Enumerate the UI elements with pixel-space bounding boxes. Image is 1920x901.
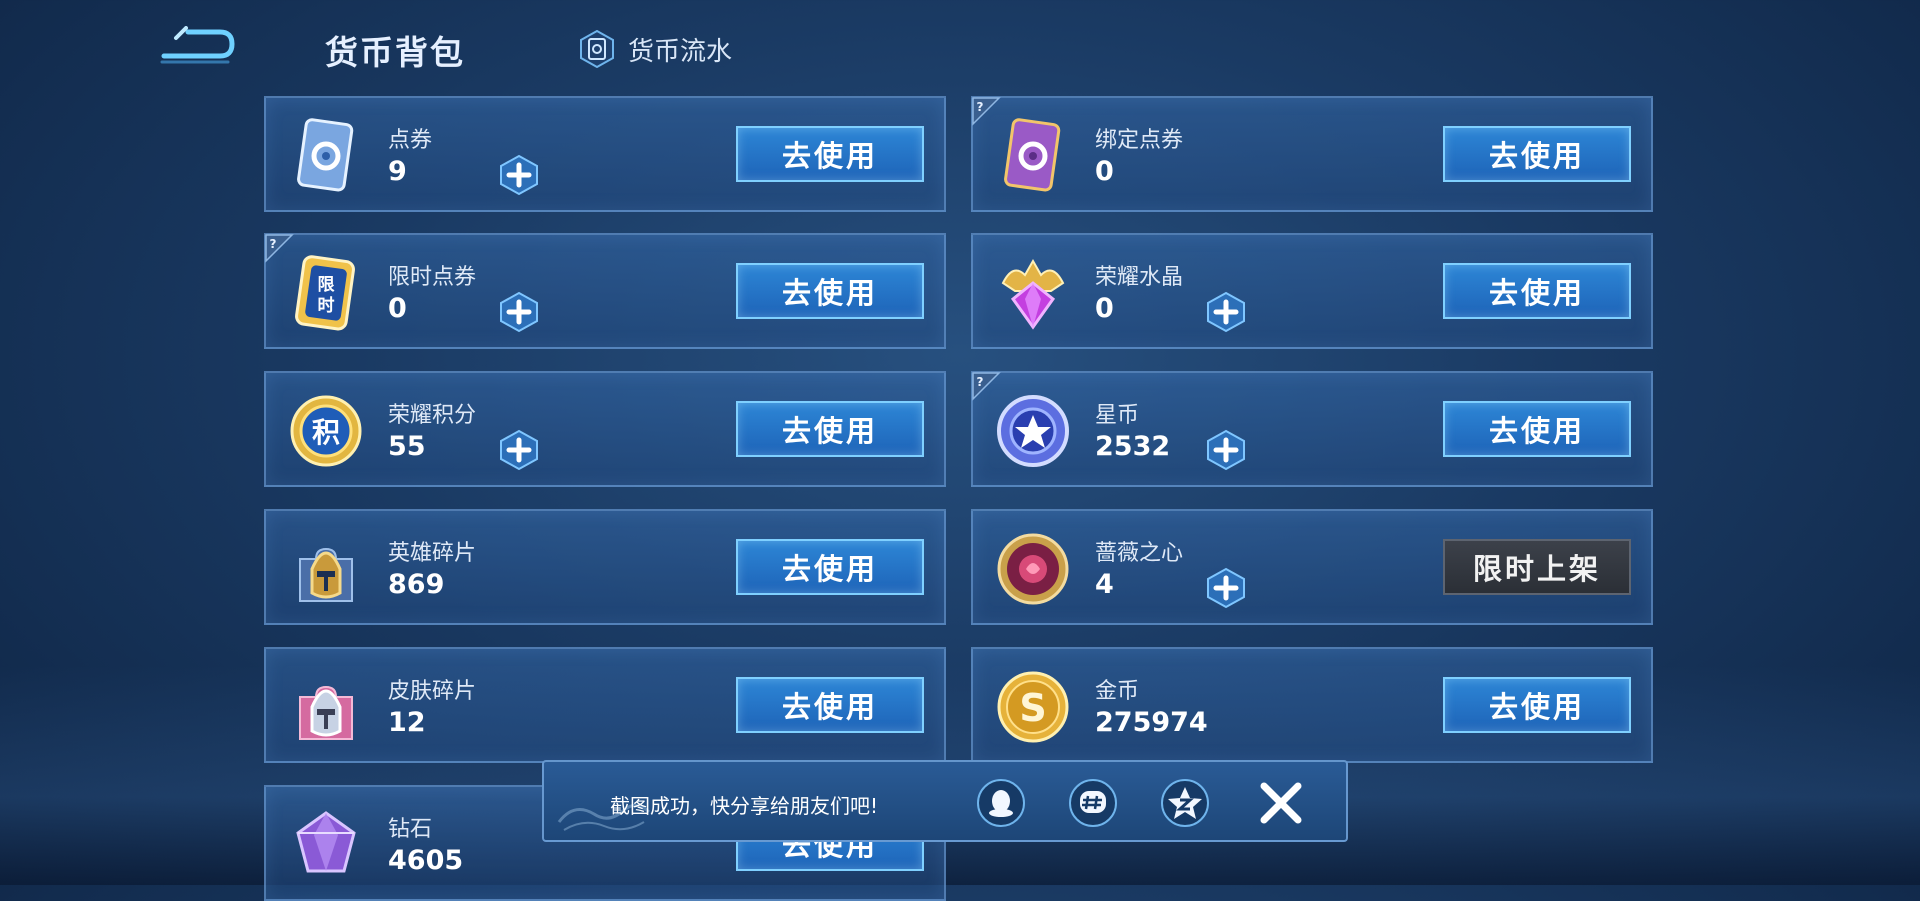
- currency-name: 绑定点券: [1095, 128, 1184, 153]
- use-button[interactable]: 去使用: [736, 126, 924, 182]
- currency-card: 皮肤碎片 12 去使用: [264, 647, 946, 763]
- page-title: 货币背包: [325, 33, 465, 72]
- currency-name: 钻石: [388, 817, 433, 842]
- currency-card: ? 限时限时点券 0 去使用: [264, 233, 946, 349]
- close-icon[interactable]: [1258, 780, 1304, 826]
- bound-voucher-card-icon: [993, 116, 1073, 196]
- currency-card: S 金币 275974 去使用: [971, 647, 1653, 763]
- add-currency-plus-icon[interactable]: [1205, 567, 1247, 609]
- currency-card: 点券 9 去使用: [264, 96, 946, 212]
- svg-text:?: ?: [270, 237, 277, 251]
- use-button[interactable]: 去使用: [736, 263, 924, 319]
- svg-text:?: ?: [977, 100, 984, 114]
- currency-amount: 0: [1095, 156, 1114, 187]
- add-currency-plus-icon[interactable]: [498, 429, 540, 471]
- currency-amount: 55: [388, 431, 426, 462]
- svg-text:S: S: [1019, 686, 1046, 730]
- use-button[interactable]: 去使用: [736, 677, 924, 733]
- add-currency-plus-icon[interactable]: [1205, 429, 1247, 471]
- currency-name: 荣耀积分: [388, 403, 477, 428]
- currency-flow-icon: [580, 30, 614, 68]
- currency-amount: 9: [388, 156, 407, 187]
- currency-name: 星币: [1095, 403, 1140, 428]
- currency-card: 蔷薇之心 4 限时上架: [971, 509, 1653, 625]
- toast-message: 截图成功，快分享给朋友们吧!: [610, 794, 879, 818]
- currency-name: 蔷薇之心: [1095, 541, 1184, 566]
- screenshot-share-toast: 截图成功，快分享给朋友们吧!: [542, 760, 1348, 842]
- use-button[interactable]: 去使用: [1443, 401, 1631, 457]
- currency-name: 荣耀水晶: [1095, 265, 1184, 290]
- back-arrow-icon[interactable]: [158, 26, 236, 66]
- add-currency-plus-icon[interactable]: [1205, 291, 1247, 333]
- currency-card: 荣耀水晶 0 去使用: [971, 233, 1653, 349]
- hero-fragment-icon: [286, 529, 366, 609]
- qq-share-icon[interactable]: [976, 778, 1026, 828]
- use-button[interactable]: 去使用: [736, 401, 924, 457]
- use-button[interactable]: 去使用: [1443, 263, 1631, 319]
- currency-name: 英雄碎片: [388, 541, 477, 566]
- add-currency-plus-icon[interactable]: [498, 154, 540, 196]
- glory-points-coin-icon: 积: [286, 391, 366, 471]
- use-button[interactable]: 去使用: [1443, 126, 1631, 182]
- currency-card: 积 荣耀积分 55 去使用: [264, 371, 946, 487]
- star-coin-icon: [993, 391, 1073, 471]
- tab-currency-flow[interactable]: 货币流水: [578, 30, 732, 68]
- currency-amount: 869: [388, 569, 445, 600]
- limited-voucher-icon: 限时: [286, 253, 366, 333]
- add-currency-plus-icon[interactable]: [498, 291, 540, 333]
- use-button[interactable]: 去使用: [1443, 677, 1631, 733]
- currency-name: 限时点券: [388, 265, 477, 290]
- glory-crystal-icon: [993, 253, 1073, 333]
- currency-amount: 4605: [388, 845, 464, 876]
- svg-text:限: 限: [318, 275, 335, 295]
- use-button[interactable]: 去使用: [736, 539, 924, 595]
- voucher-card-icon: [286, 116, 366, 196]
- qzone-share-icon[interactable]: [1160, 778, 1210, 828]
- currency-name: 点券: [388, 128, 433, 153]
- svg-text:时: 时: [318, 296, 335, 316]
- svg-text:?: ?: [977, 375, 984, 389]
- limited-time-button[interactable]: 限时上架: [1443, 539, 1631, 595]
- flow-tab-label: 货币流水: [628, 36, 733, 67]
- svg-text:积: 积: [312, 416, 340, 449]
- currency-amount: 0: [388, 293, 407, 324]
- currency-card: ? 绑定点券 0 去使用: [971, 96, 1653, 212]
- currency-card: 英雄碎片 869 去使用: [264, 509, 946, 625]
- currency-amount: 4: [1095, 569, 1114, 600]
- currency-amount: 2532: [1095, 431, 1171, 462]
- currency-name: 金币: [1095, 679, 1140, 704]
- gold-coin-icon: S: [993, 667, 1073, 747]
- diamond-icon: [286, 805, 366, 885]
- wechat-share-icon[interactable]: [1068, 778, 1118, 828]
- currency-amount: 12: [388, 707, 426, 738]
- currency-amount: 275974: [1095, 707, 1208, 738]
- skin-fragment-icon: [286, 667, 366, 747]
- currency-name: 皮肤碎片: [388, 679, 477, 704]
- rose-heart-icon: [993, 529, 1073, 609]
- currency-card: ? 星币 2532 去使用: [971, 371, 1653, 487]
- currency-amount: 0: [1095, 293, 1114, 324]
